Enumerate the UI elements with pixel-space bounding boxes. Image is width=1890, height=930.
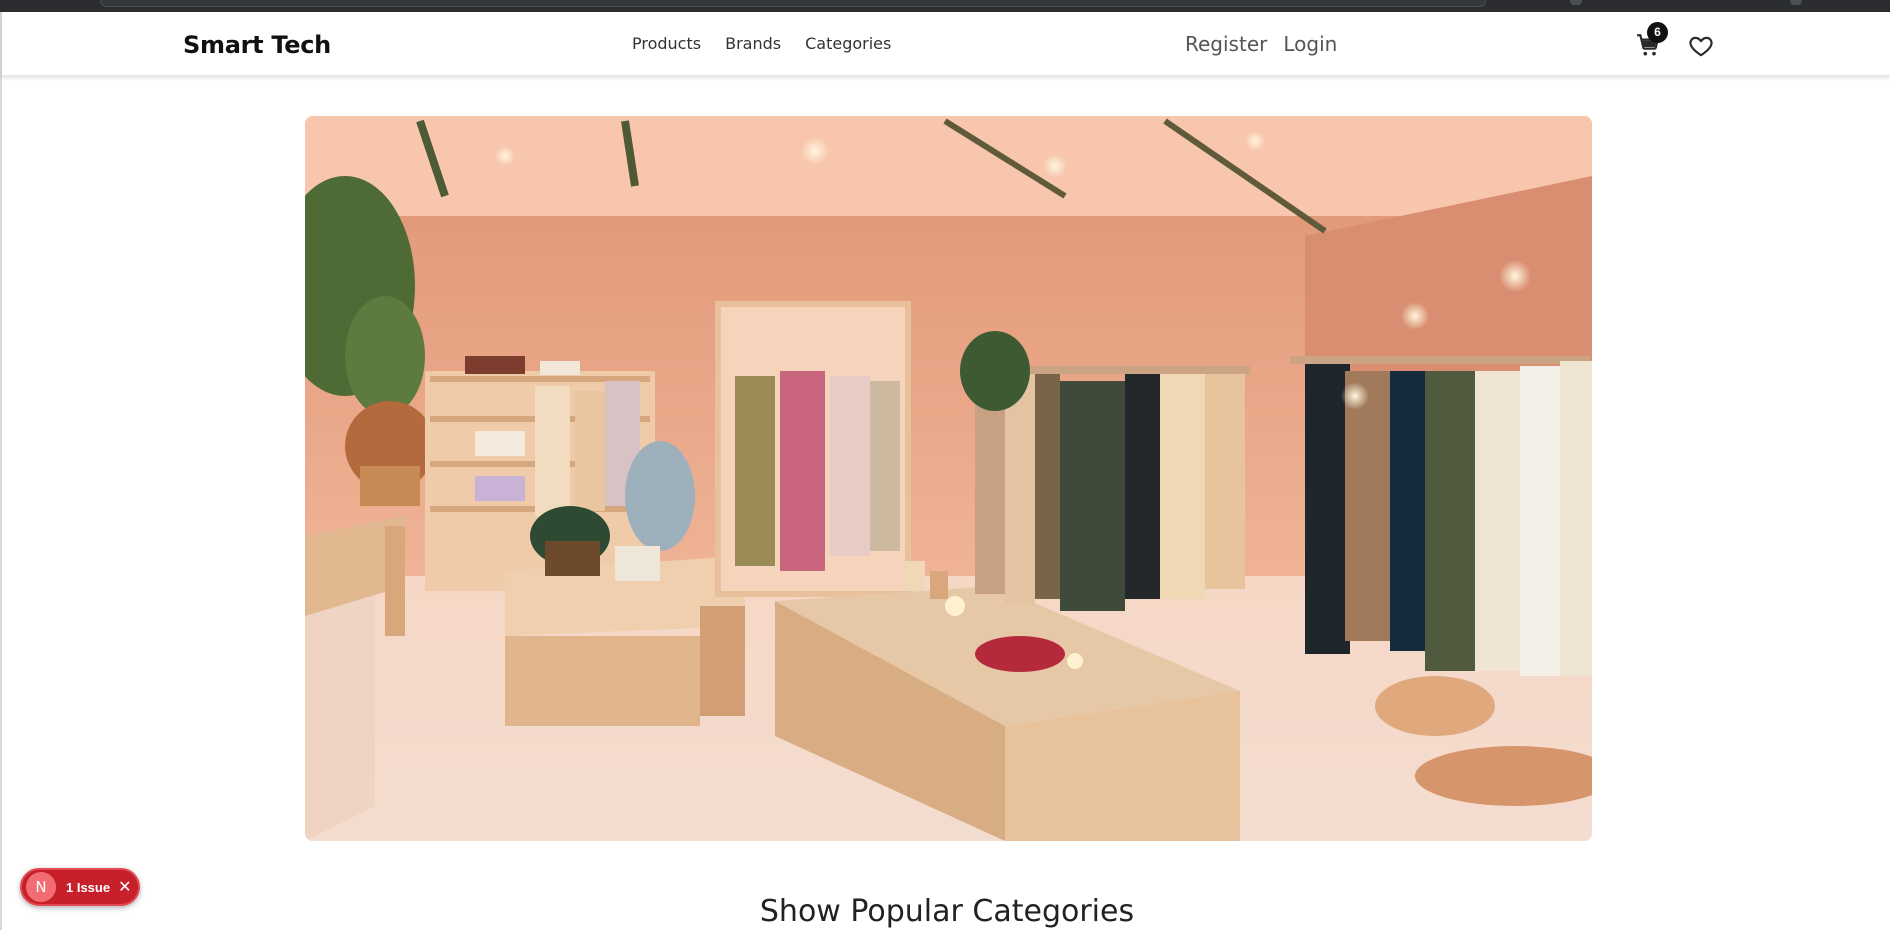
main-nav: Products Brands Categories — [632, 34, 915, 53]
browser-chrome-strip — [0, 0, 1890, 12]
nav-products[interactable]: Products — [632, 34, 701, 53]
auth-links: Register Login — [1185, 32, 1353, 56]
cart-count-badge: 6 — [1647, 22, 1668, 43]
clothing-store-photo — [305, 116, 1592, 841]
browser-indicator — [1790, 0, 1802, 5]
browser-indicator — [1570, 0, 1582, 5]
hero-banner — [305, 116, 1592, 841]
issues-count-label: 1 Issue — [66, 879, 111, 895]
heart-icon[interactable] — [1688, 33, 1714, 59]
nextjs-logo-icon: N — [26, 872, 56, 902]
dev-issues-badge[interactable]: N 1 Issue ✕ — [20, 868, 140, 906]
site-logo[interactable]: Smart Tech — [183, 31, 331, 59]
close-icon[interactable]: ✕ — [118, 877, 131, 897]
navbar: Smart Tech Products Brands Categories Re… — [2, 12, 1890, 76]
register-link[interactable]: Register — [1185, 32, 1267, 56]
nav-categories[interactable]: Categories — [805, 34, 891, 53]
page: Smart Tech Products Brands Categories Re… — [0, 12, 1890, 930]
nav-brands[interactable]: Brands — [725, 34, 781, 53]
login-link[interactable]: Login — [1283, 32, 1337, 56]
section-title-popular-categories: Show Popular Categories — [759, 894, 1135, 929]
address-bar[interactable] — [100, 0, 1486, 7]
